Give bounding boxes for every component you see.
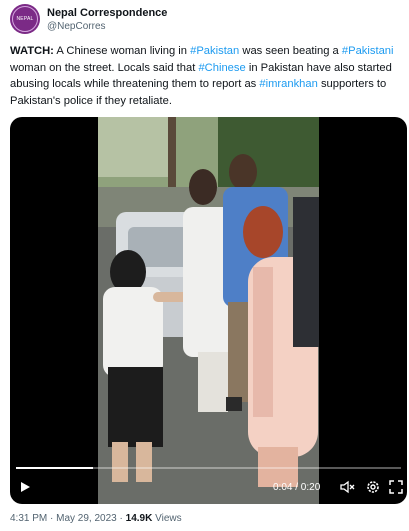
tweet-time[interactable]: 4:31 PM — [10, 513, 47, 524]
tweet-date[interactable]: May 29, 2023 — [56, 513, 117, 524]
tweet-watch: WATCH: — [10, 45, 54, 57]
meta-separator: · — [116, 513, 126, 524]
tweet-text-part: A Chinese woman living in — [53, 45, 191, 57]
meta-separator: · — [47, 513, 57, 524]
tweet-text: WATCH: A Chinese woman living in #Pakist… — [10, 43, 402, 109]
video-scene-image — [98, 117, 319, 504]
tweet-text-part: was seen beating a — [239, 45, 342, 57]
hashtag-imrankhan[interactable]: #imrankhan — [259, 78, 317, 90]
fullscreen-icon[interactable] — [388, 479, 404, 495]
views-count: 14.9K — [125, 513, 153, 524]
views-label: Views — [152, 513, 182, 524]
hashtag-pakistani[interactable]: #Pakistani — [342, 45, 394, 57]
video-time: 0:04 / 0:20 — [273, 482, 321, 493]
avatar-ring — [12, 6, 38, 32]
tweet-meta: 4:31 PM · May 29, 2023 · 14.9K Views — [10, 513, 182, 524]
video-player[interactable]: 0:04 / 0:20 — [10, 117, 407, 504]
hashtag-chinese[interactable]: #Chinese — [198, 62, 245, 74]
account-handle[interactable]: @NepCorres — [47, 21, 106, 32]
settings-gear-icon[interactable] — [365, 479, 381, 495]
video-controls: 0:04 / 0:20 — [10, 475, 407, 501]
account-name[interactable]: Nepal Correspondence — [47, 7, 167, 19]
volume-muted-icon[interactable] — [339, 479, 355, 495]
video-progress-fill — [16, 467, 93, 469]
hashtag-pakistan[interactable]: #Pakistan — [190, 45, 239, 57]
video-frame[interactable] — [98, 117, 319, 504]
play-icon[interactable] — [18, 480, 32, 494]
tweet-header: NEPAL Nepal Correspondence @NepCorres — [10, 4, 400, 40]
avatar[interactable]: NEPAL — [10, 4, 40, 34]
video-progress-bar[interactable] — [16, 467, 401, 469]
tweet-text-part: woman on the street. Locals said that — [10, 61, 199, 74]
